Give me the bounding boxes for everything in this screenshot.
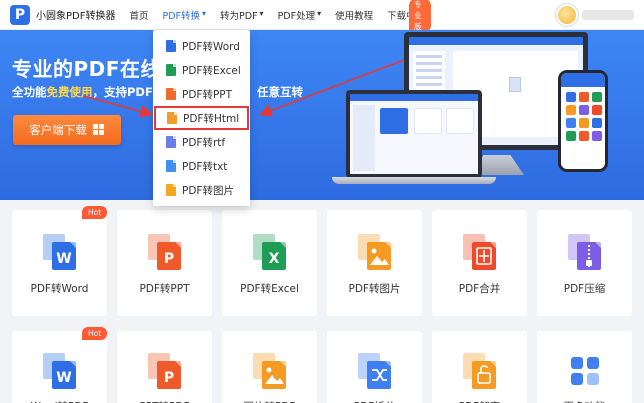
dropdown-item[interactable]: PDF转Excel bbox=[153, 58, 250, 82]
tool-label: Word转PDF bbox=[12, 399, 107, 403]
dropdown-item-label: PDF转图片 bbox=[182, 184, 234, 197]
dropdown-item-label: PDF转PPT bbox=[182, 88, 233, 101]
dropdown-item-label: PDF转rtf bbox=[182, 136, 226, 149]
file-icon bbox=[166, 160, 176, 172]
image-icon bbox=[358, 234, 392, 270]
laptop-illustration bbox=[346, 90, 482, 178]
free-highlight: 免费使用 bbox=[46, 85, 93, 99]
word-to-pdf-icon: W bbox=[43, 353, 77, 389]
logo[interactable]: P 小圆象PDF转换器 bbox=[10, 4, 116, 25]
file-icon bbox=[166, 40, 176, 52]
tool-label: PDF转图片 bbox=[348, 283, 401, 295]
compress-icon bbox=[568, 234, 602, 270]
tool-card[interactable]: PDF转图片 bbox=[327, 210, 422, 316]
dropdown-item-label: PDF转Word bbox=[182, 40, 240, 53]
username-blurred bbox=[582, 10, 634, 20]
hot-badge: Hot bbox=[82, 206, 108, 219]
hero-banner: 专业的PDF在线转 全功能免费使用，支持PDF 任意互转 客户端下载 bbox=[0, 30, 644, 200]
excel-icon: X bbox=[253, 234, 287, 270]
tool-card[interactable]: PDF拆分 bbox=[327, 331, 422, 403]
pro-badge: 专业版 bbox=[409, 0, 432, 33]
nav-home[interactable]: 首页 bbox=[129, 8, 148, 22]
svg-text:X: X bbox=[269, 251, 280, 267]
nav-tutorial[interactable]: 使用教程 bbox=[335, 8, 373, 22]
file-icon bbox=[166, 64, 176, 76]
dropdown-item-label: PDF转Excel bbox=[182, 64, 241, 77]
dropdown-item-label: PDF转Html bbox=[183, 112, 240, 125]
tool-label: PDF拆分 bbox=[327, 399, 422, 403]
tool-row-2: W Word转PDF Hot P PPT转PDF 图片转PDF PDF拆分 PDF解密 更多功能 bbox=[12, 327, 634, 403]
nav-pdf-convert[interactable]: PDF转换 ▾ bbox=[163, 8, 207, 22]
dropdown-item[interactable]: PDF转Word bbox=[153, 34, 250, 58]
tool-card[interactable]: PDF解密 bbox=[432, 331, 527, 403]
pdf-convert-dropdown: PDF转Word PDF转Excel PDF转PPT PDF转Html PDF转rtf P… bbox=[153, 30, 250, 206]
tool-card[interactable]: PDF合并 bbox=[432, 210, 527, 316]
tool-label: 图片转PDF bbox=[222, 399, 317, 403]
nav-pdf-process[interactable]: PDF处理 ▾ bbox=[278, 8, 322, 22]
tool-card[interactable]: PDF压缩 bbox=[537, 210, 632, 316]
user-area[interactable] bbox=[558, 6, 634, 24]
tool-card[interactable]: W Word转PDF Hot bbox=[12, 327, 108, 403]
nav-to-pdf[interactable]: 转为PDF ▾ bbox=[220, 8, 264, 22]
file-icon bbox=[166, 88, 176, 100]
tool-card[interactable]: W PDF转Word Hot bbox=[12, 206, 108, 316]
laptop-base bbox=[332, 177, 496, 184]
windows-icon bbox=[92, 124, 105, 136]
tool-row-1: W PDF转Word Hot P PDF转PPT X PDF转Excel PDF转图片 PDF合… bbox=[12, 206, 634, 316]
nav-download-center[interactable]: 下载中心▾ 专业版 bbox=[387, 0, 432, 33]
dropdown-item[interactable]: PDF转PPT bbox=[153, 82, 250, 106]
svg-text:P: P bbox=[164, 370, 174, 386]
tool-card[interactable]: P PDF转PPT bbox=[117, 210, 212, 316]
tool-card[interactable]: X PDF转Excel bbox=[222, 210, 317, 316]
main-nav: 首页 PDF转换▾ 转为PDF▾ PDF处理▾ 使用教程 下载中心▾ 专业版 bbox=[129, 0, 432, 33]
svg-text:P: P bbox=[164, 251, 174, 267]
dropdown-item[interactable]: PDF转rtf bbox=[153, 130, 250, 154]
split-icon bbox=[358, 353, 392, 389]
dropdown-item[interactable]: PDF转txt bbox=[153, 154, 250, 178]
file-icon bbox=[166, 136, 176, 148]
tool-card[interactable]: 图片转PDF bbox=[222, 331, 317, 403]
avatar[interactable] bbox=[558, 6, 576, 24]
dropdown-item[interactable]: PDF转Html bbox=[154, 106, 249, 130]
ppt-to-pdf-icon: P bbox=[148, 353, 182, 389]
chevron-down-icon: ▾ bbox=[202, 9, 207, 18]
svg-text:W: W bbox=[56, 370, 71, 386]
tool-label: PDF压缩 bbox=[563, 283, 606, 295]
chevron-down-icon: ▾ bbox=[317, 9, 322, 18]
dropdown-item-label: PDF转txt bbox=[182, 160, 228, 173]
top-navigation-bar: P 小圆象PDF转换器 首页 PDF转换 ▾ 转为PDF ▾ PDF处理 ▾ 使用教程… bbox=[0, 0, 644, 33]
tool-card[interactable]: 更多功能 bbox=[537, 331, 632, 403]
tool-label: PDF合并 bbox=[458, 283, 501, 295]
tool-label: 更多功能 bbox=[537, 399, 632, 403]
file-icon bbox=[166, 184, 176, 196]
page: P 小圆象PDF转换器 首页 PDF转换 ▾ 转为PDF ▾ PDF处理 ▾ 使用教程… bbox=[0, 0, 644, 403]
ppt-icon: P bbox=[148, 234, 182, 270]
image-to-pdf-icon bbox=[253, 353, 287, 389]
tool-label: PDF解密 bbox=[432, 399, 527, 403]
tool-card[interactable]: P PPT转PDF bbox=[117, 331, 212, 403]
phone-illustration bbox=[558, 70, 608, 172]
hot-badge: Hot bbox=[82, 327, 108, 340]
word-icon: W bbox=[43, 234, 77, 270]
tool-grid: W PDF转Word Hot P PDF转PPT X PDF转Excel PDF转图片 PDF合… bbox=[12, 206, 634, 403]
tool-label: PDF转Excel bbox=[240, 283, 299, 295]
merge-icon bbox=[463, 234, 497, 270]
svg-text:W: W bbox=[56, 251, 71, 267]
file-icon bbox=[167, 112, 177, 124]
client-download-button[interactable]: 客户端下载 bbox=[13, 115, 121, 145]
unlock-icon bbox=[463, 353, 497, 389]
tool-label: PDF转Word bbox=[30, 283, 89, 295]
chevron-down-icon: ▾ bbox=[259, 9, 264, 18]
tool-label: PPT转PDF bbox=[117, 399, 212, 403]
dropdown-item[interactable]: PDF转图片 bbox=[153, 178, 250, 202]
hero-subtitle: 全功能免费使用，支持PDF 任意互转 bbox=[12, 85, 303, 99]
tool-label: PDF转PPT bbox=[139, 283, 190, 295]
more-icon bbox=[568, 353, 602, 389]
logo-text: 小圆象PDF转换器 bbox=[36, 11, 116, 22]
logo-icon: P bbox=[10, 4, 30, 25]
